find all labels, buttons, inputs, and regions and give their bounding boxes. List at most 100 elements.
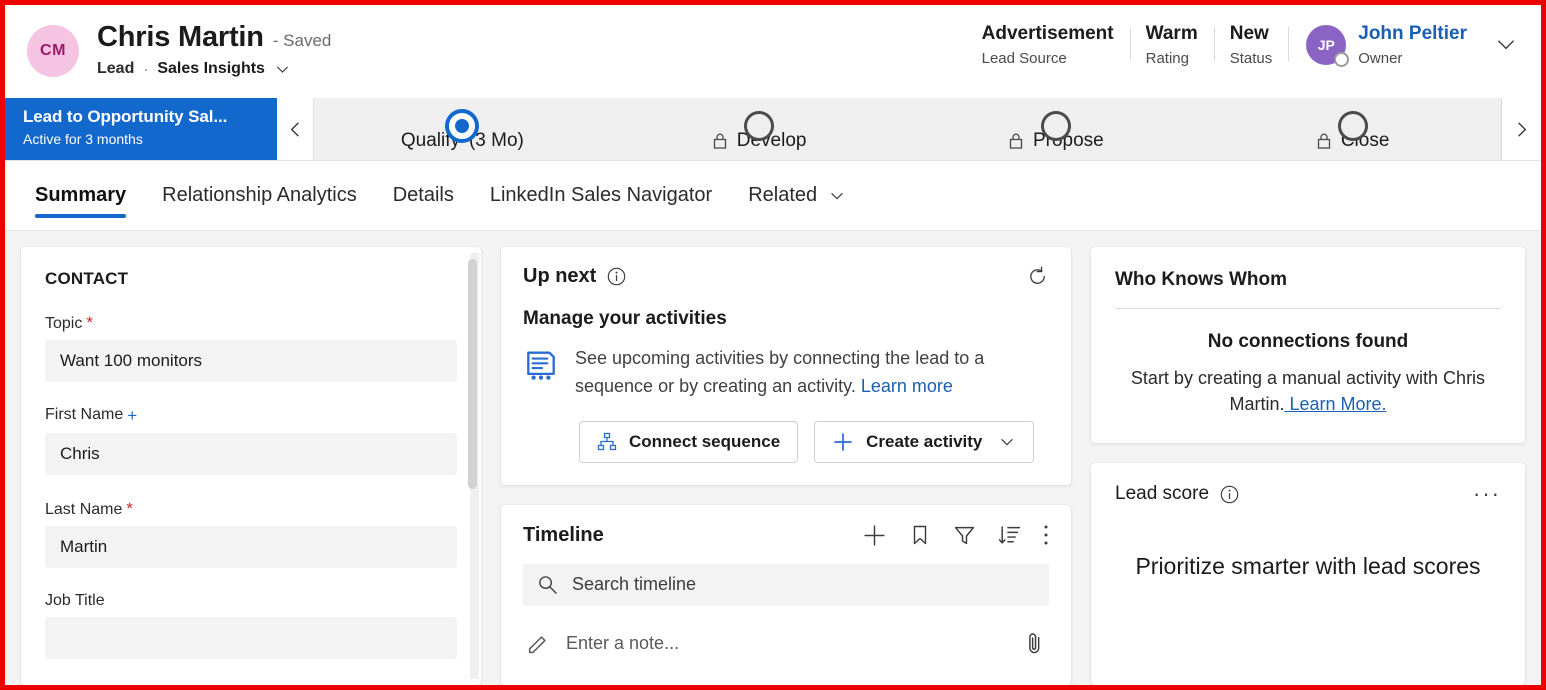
up-next-subtitle: Manage your activities [523,308,1049,330]
entity-type-label: Lead [97,60,134,78]
job-title-input[interactable] [45,617,457,659]
who-knows-whom-card: Who Knows Whom No connections found Star… [1091,247,1525,443]
refresh-icon[interactable] [1026,265,1049,288]
tab-summary[interactable]: Summary [35,161,126,230]
connect-sequence-button[interactable]: Connect sequence [579,421,798,463]
presence-status-icon [1334,52,1349,67]
up-next-body: See upcoming activities by connecting th… [523,345,1049,401]
last-name-input[interactable]: Martin [45,526,457,568]
lock-icon [1008,132,1024,150]
required-indicator-icon: * [86,313,93,332]
hierarchy-icon [597,432,617,452]
avatar: CM [27,25,79,77]
learn-more-link[interactable]: Learn more [861,376,953,396]
process-stage-qualify[interactable]: Qualify (3 Mo) [314,130,611,160]
learn-more-link[interactable]: Learn More. [1284,394,1386,414]
who-knows-whom-empty-title: No connections found [1115,331,1501,353]
timeline-toolbar [862,523,1049,548]
up-next-card: Up next Manage your activities [501,247,1071,485]
header-field-rating[interactable]: Warm Rating [1130,23,1214,67]
divider [1115,308,1501,309]
search-placeholder: Search timeline [572,574,696,595]
button-label: Create activity [866,432,982,452]
process-stage-propose[interactable]: Propose [908,130,1205,160]
label-text: Topic [45,315,82,332]
process-stage-develop[interactable]: Develop [611,130,908,160]
process-next-button[interactable] [1501,98,1541,160]
filter-icon[interactable] [953,524,976,547]
attachment-icon[interactable] [1024,631,1045,656]
sort-icon[interactable] [998,524,1021,547]
up-next-buttons: Connect sequence Create activity [579,421,1049,463]
breadcrumb-separator: · [143,61,148,78]
up-next-header: Up next [523,265,1049,288]
lock-icon [1316,132,1332,150]
chevron-down-icon[interactable] [274,61,291,78]
topic-input[interactable]: Want 100 monitors [45,340,457,382]
info-icon[interactable] [1219,484,1240,505]
owner-text: John Peltier Owner [1358,23,1467,67]
process-previous-button[interactable] [277,98,314,160]
pencil-icon [527,632,550,655]
title-block: Chris Martin - Saved Lead · Sales Insigh… [97,21,331,78]
owner-name[interactable]: John Peltier [1358,23,1467,45]
who-knows-whom-description: Start by creating a manual activity with… [1115,365,1501,417]
process-stage-close[interactable]: Close [1204,130,1501,160]
status-value: New [1230,23,1273,45]
app-name-label: Sales Insights [157,60,265,78]
label-text: Last Name [45,501,122,518]
owner-avatar-wrap: JP [1306,25,1346,65]
plus-icon[interactable] [862,523,887,548]
more-options-icon[interactable]: ··· [1473,483,1501,505]
timeline-note-input[interactable]: Enter a note... [523,622,1049,666]
tab-label: Related [748,184,817,207]
process-name-block[interactable]: Lead to Opportunity Sal... Active for 3 … [5,98,277,160]
header-field-status[interactable]: New Status [1214,23,1289,67]
field-label-last-name: Last Name* [45,499,457,519]
required-indicator-icon: * [126,499,133,518]
lead-score-title: Lead score [1115,483,1209,505]
tab-linkedin-sales-navigator[interactable]: LinkedIn Sales Navigator [490,161,712,230]
form-tab-bar: Summary Relationship Analytics Details L… [5,161,1541,231]
process-stage-list: Qualify (3 Mo) Develop [314,98,1501,160]
recommended-indicator-icon: + [127,406,137,425]
tab-label: Relationship Analytics [162,184,357,207]
who-knows-whom-title: Who Knows Whom [1115,269,1501,291]
up-next-description: See upcoming activities by connecting th… [575,345,1049,401]
timeline-search-input[interactable]: Search timeline [523,564,1049,606]
header-field-owner[interactable]: JP John Peltier Owner [1288,23,1467,67]
bookmark-icon[interactable] [909,524,931,546]
up-next-actions [1026,265,1049,288]
tab-relationship-analytics[interactable]: Relationship Analytics [162,161,357,230]
chevron-down-icon [828,187,846,205]
lead-source-value: Advertisement [982,23,1114,45]
app-window: CM Chris Martin - Saved Lead · Sales Ins… [0,0,1546,690]
first-name-input[interactable]: Chris [45,433,457,475]
timeline-header: Timeline [523,523,1049,548]
tab-label: LinkedIn Sales Navigator [490,184,712,207]
activity-list-icon [523,349,559,401]
search-icon [537,574,558,595]
field-topic: Topic* Want 100 monitors [45,313,457,382]
header-expand-chevron-down-icon[interactable] [1493,31,1519,57]
timeline-title: Timeline [523,524,604,547]
stage-indicator-icon [1338,111,1368,141]
create-activity-button[interactable]: Create activity [814,421,1034,463]
more-vertical-icon[interactable] [1043,523,1049,547]
chevron-down-icon [998,433,1016,451]
up-next-title: Up next [523,265,596,288]
contact-scrollbar-track[interactable] [470,253,479,679]
contact-scrollbar-thumb[interactable] [468,259,477,489]
tab-related[interactable]: Related [748,161,846,230]
tab-details[interactable]: Details [393,161,454,230]
header-summary-fields: Advertisement Lead Source Warm Rating Ne… [966,21,1519,79]
note-placeholder: Enter a note... [566,633,679,654]
owner-label: Owner [1358,50,1467,67]
info-icon[interactable] [606,266,627,287]
page-title: Chris Martin [97,21,264,54]
field-label-job-title: Job Title [45,592,457,610]
record-header: CM Chris Martin - Saved Lead · Sales Ins… [5,5,1541,98]
field-label-topic: Topic* [45,313,457,333]
header-field-lead-source[interactable]: Advertisement Lead Source [966,23,1130,67]
stage-indicator-icon [744,111,774,141]
